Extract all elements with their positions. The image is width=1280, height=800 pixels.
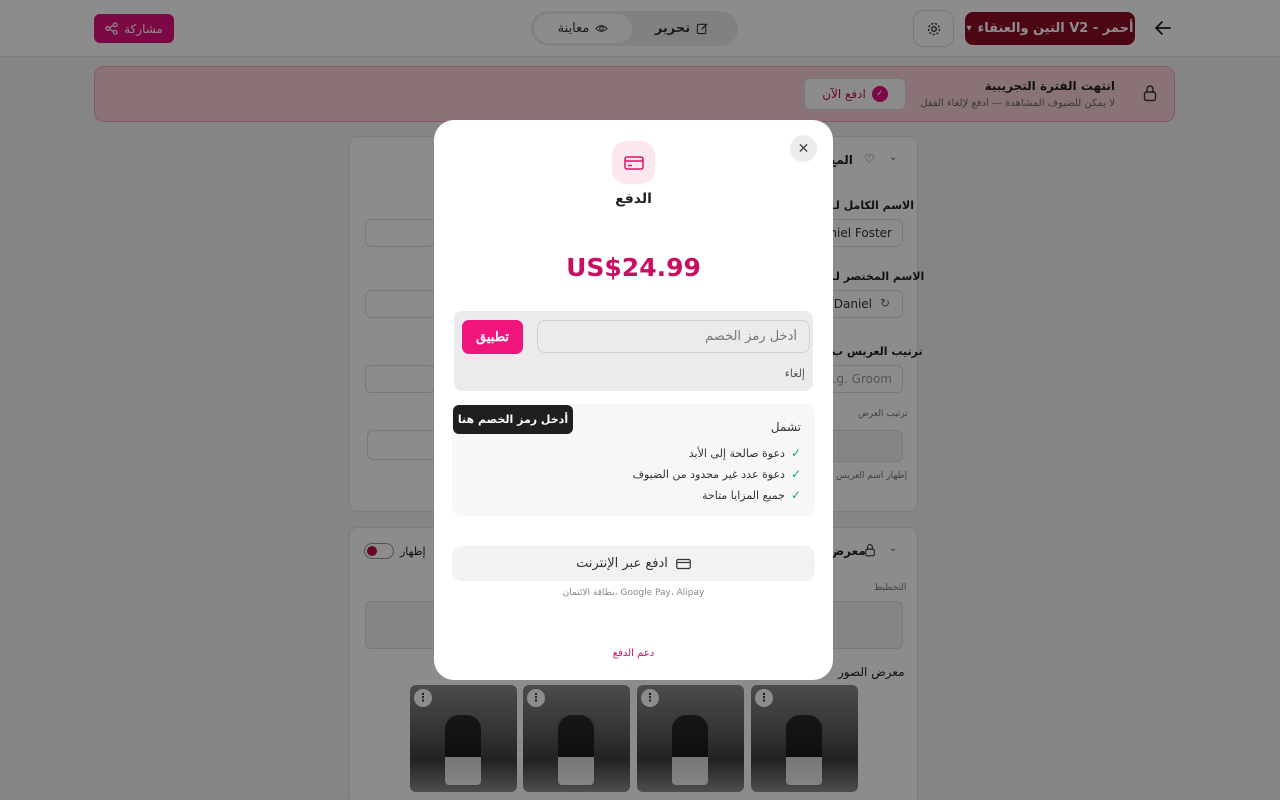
pay-online-label: ادفع عبر الإنترنت (576, 556, 668, 571)
credit-card-icon (623, 155, 644, 170)
payment-support-link[interactable]: دعم الدفع (434, 648, 833, 659)
cancel-discount-link[interactable]: إلغاء (785, 367, 805, 380)
discount-code-input[interactable] (537, 320, 810, 353)
apply-discount-button[interactable]: تطبيق (462, 320, 523, 354)
discount-tooltip: أدخل رمز الخصم هنا (453, 405, 573, 434)
payment-icon-box (612, 141, 655, 184)
price: US$24.99 (566, 253, 701, 282)
discount-panel: تطبيق إلغاء (454, 311, 813, 391)
close-icon: ✕ (797, 140, 810, 157)
credit-card-icon (676, 558, 691, 569)
includes-item-label: جميع المزايا متاحة (702, 488, 785, 502)
includes-item-label: دعوة صالحة إلى الأبد (688, 446, 785, 460)
check-icon: ✓ (790, 446, 801, 460)
close-button[interactable]: ✕ (790, 135, 817, 162)
discount-spotlight: تطبيق إلغاء (446, 303, 821, 399)
includes-item: دعوة صالحة إلى الأبد ✓ (689, 446, 801, 460)
modal-title: الدفع (615, 191, 652, 207)
includes-title: تشمل (770, 420, 801, 434)
check-icon: ✓ (790, 488, 801, 502)
payment-modal: ✕ الدفع US$24.99 تشمل دعوة صالحة إلى الأ… (434, 120, 833, 680)
check-icon: ✓ (790, 467, 801, 481)
includes-item: دعوة عدد غير محدود من الضيوف ✓ (633, 467, 801, 481)
includes-item: جميع المزايا متاحة ✓ (702, 488, 801, 502)
payment-methods: بطاقة الائتمان، Google Pay، Alipay (562, 588, 705, 598)
pay-online-button[interactable]: ادفع عبر الإنترنت (452, 546, 815, 581)
includes-item-label: دعوة عدد غير محدود من الضيوف (632, 467, 785, 481)
